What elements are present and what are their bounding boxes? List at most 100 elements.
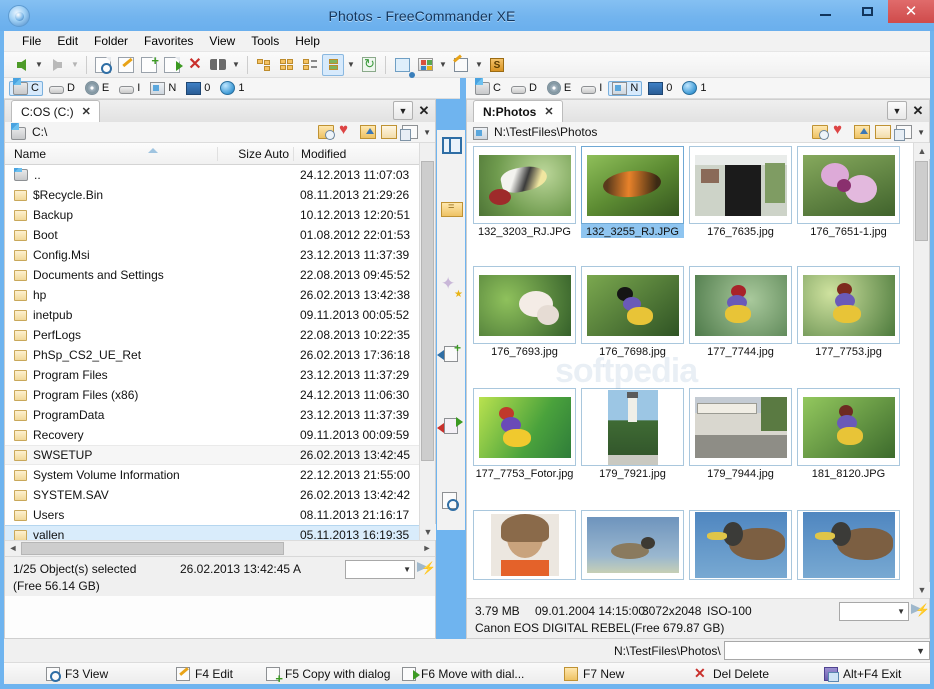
move-to-left-icon[interactable] (437, 417, 463, 434)
drive-d-left[interactable]: D (45, 81, 79, 95)
scroll-up-arrow-icon[interactable]: ▲ (914, 143, 930, 159)
refresh-button[interactable] (358, 54, 380, 76)
editor-button[interactable] (450, 54, 472, 76)
path-caret-down-icon[interactable]: ▼ (423, 128, 431, 137)
table-row[interactable]: PerfLogs 22.08.2013 10:22:35 (5, 325, 419, 345)
filter-lightning-icon[interactable] (417, 561, 436, 577)
forward-dropdown-caret-down-icon[interactable]: ▼ (69, 54, 81, 76)
menu-file[interactable]: File (14, 32, 49, 50)
list-item[interactable] (581, 510, 684, 580)
list-item[interactable]: 132_3203_RJ.JPG (473, 146, 576, 238)
table-row[interactable]: Users 08.11.2013 21:16:17 (5, 505, 419, 525)
drive-e-right[interactable]: E (543, 80, 575, 96)
left-tab-c-os[interactable]: C:OS (C:) ✕ (11, 100, 100, 122)
fn-f5-copy[interactable]: F5 Copy with dialog (266, 666, 390, 686)
list-item[interactable]: 179_7921.jpg (581, 388, 684, 480)
left-file-list[interactable]: .. 24.12.2013 11:07:03 $Recycle.Bin 08.11.… (5, 165, 419, 540)
windows-tools-dropdown-caret-down-icon[interactable]: ▼ (437, 54, 449, 76)
fn-f6-move[interactable]: F6 Move with dial... (402, 666, 524, 681)
menu-tools[interactable]: Tools (243, 32, 287, 50)
thumbnails-dropdown-caret-down-icon[interactable]: ▼ (345, 54, 357, 76)
drive-1-left[interactable]: 1 (216, 80, 248, 96)
right-panel-close-button[interactable]: ✕ (910, 101, 926, 120)
up-folder-icon[interactable] (854, 125, 871, 139)
menu-favorites[interactable]: Favorites (136, 32, 201, 50)
drive-n-left[interactable]: N (146, 81, 180, 96)
table-row[interactable]: System Volume Information 22.12.2013 21:5… (5, 465, 419, 485)
table-row[interactable]: Documents and Settings 22.08.2013 09:45:5… (5, 265, 419, 285)
editor-dropdown-caret-down-icon[interactable]: ▼ (473, 54, 485, 76)
table-row[interactable]: Recovery 09.11.2013 00:09:59 (5, 425, 419, 445)
fn-f3-view[interactable]: F3 View (46, 666, 108, 682)
list-item[interactable]: 179_7944.jpg (689, 388, 792, 480)
table-row[interactable]: SYSTEM.SAV 26.02.2013 13:42:42 (5, 485, 419, 505)
drive-d-right[interactable]: D (507, 81, 541, 95)
drive-e-left[interactable]: E (81, 80, 113, 96)
right-scrollbar-thumb[interactable] (915, 161, 928, 241)
scroll-left-arrow-icon[interactable]: ◄ (5, 541, 21, 555)
table-row[interactable]: inetpub 09.11.2013 00:05:52 (5, 305, 419, 325)
table-row[interactable]: Program Files (x86) 24.12.2013 11:06:30 (5, 385, 419, 405)
up-folder-icon[interactable] (360, 125, 377, 139)
table-row[interactable]: PhSp_CS2_UE_Ret 26.02.2013 17:36:18 (5, 345, 419, 365)
drive-0-left[interactable]: 0 (182, 81, 214, 96)
copy-path-icon[interactable] (400, 125, 419, 141)
right-tab-n-photos[interactable]: N:Photos ✕ (473, 100, 563, 122)
filter-caret-down-icon[interactable]: ▼ (897, 607, 905, 616)
list-item[interactable]: 176_7693.jpg (473, 266, 576, 358)
chevron-down-icon[interactable]: ▼ (916, 646, 925, 656)
swap-panels-icon[interactable] (441, 134, 463, 154)
details-button[interactable] (299, 54, 321, 76)
scroll-right-arrow-icon[interactable]: ► (419, 541, 435, 555)
filter-caret-down-icon[interactable]: ▼ (403, 565, 411, 574)
list-item[interactable]: 177_7753.jpg (797, 266, 900, 358)
right-vertical-scrollbar[interactable]: ▲ ▼ (913, 143, 930, 598)
minimize-button[interactable] (804, 0, 846, 23)
column-header-name[interactable]: Name (5, 147, 217, 161)
table-row[interactable]: ProgramData 23.12.2013 11:37:39 (5, 405, 419, 425)
left-horizontal-scrollbar[interactable]: ◄ ► (5, 540, 435, 556)
command-line-input[interactable]: ▼ (724, 641, 930, 660)
tab-close-icon[interactable]: ✕ (544, 105, 553, 118)
copy-path-icon[interactable] (894, 125, 913, 141)
table-row[interactable]: Backup 10.12.2013 12:20:51 (5, 205, 419, 225)
search-dropdown-caret-down-icon[interactable]: ▼ (230, 54, 242, 76)
tree-view-button[interactable] (253, 54, 275, 76)
view-file-icon[interactable] (442, 492, 459, 511)
table-row[interactable]: Boot 01.08.2012 22:01:53 (5, 225, 419, 245)
back-dropdown-caret-down-icon[interactable]: ▼ (33, 54, 45, 76)
drive-n-right[interactable]: N (608, 80, 643, 96)
list-item[interactable]: 177_7753_Fotor.jpg (473, 388, 576, 480)
list-item[interactable] (797, 510, 900, 580)
left-tab-dropdown-button[interactable]: ▼ (393, 101, 413, 120)
delete-button[interactable]: ✕ (184, 54, 206, 76)
drive-1-right[interactable]: 1 (678, 80, 710, 96)
list-item[interactable]: 181_8120.JPG (797, 388, 900, 480)
fn-f4-edit[interactable]: F4 Edit (176, 666, 233, 681)
path-caret-down-icon[interactable]: ▼ (917, 128, 925, 137)
folder-icon[interactable] (381, 125, 398, 139)
fn-altf4-exit[interactable]: Alt+F4 Exit (824, 666, 901, 682)
windows-tools-button[interactable] (414, 54, 436, 76)
filter-lightning-icon[interactable] (911, 603, 930, 619)
left-path-row[interactable]: C:\ ▼ (5, 121, 435, 143)
left-hscrollbar-thumb[interactable] (21, 542, 284, 555)
edit-button[interactable] (115, 54, 137, 76)
fn-f7-new[interactable]: F7 New (564, 666, 624, 681)
copy-button[interactable] (138, 54, 160, 76)
right-thumbnail-grid[interactable]: 132_3203_RJ.JPG 132_3255_RJ.JPG 176_7635… (467, 143, 913, 598)
move-button[interactable] (161, 54, 183, 76)
list-item[interactable] (689, 510, 792, 580)
search-button[interactable] (207, 54, 229, 76)
back-button[interactable] (10, 54, 32, 76)
table-row[interactable]: $Recycle.Bin 08.11.2013 21:29:26 (5, 185, 419, 205)
list-item[interactable]: 132_3255_RJ.JPG (581, 146, 684, 238)
history-icon[interactable] (318, 125, 336, 140)
column-header-size[interactable]: Size Auto (217, 146, 293, 161)
drive-c-left[interactable]: C (9, 77, 43, 96)
sumatra-button[interactable]: S (486, 54, 508, 76)
forward-button[interactable] (46, 54, 68, 76)
drive-i-left[interactable]: I (115, 81, 144, 95)
scroll-down-arrow-icon[interactable]: ▼ (914, 582, 930, 598)
maximize-button[interactable] (846, 0, 888, 23)
